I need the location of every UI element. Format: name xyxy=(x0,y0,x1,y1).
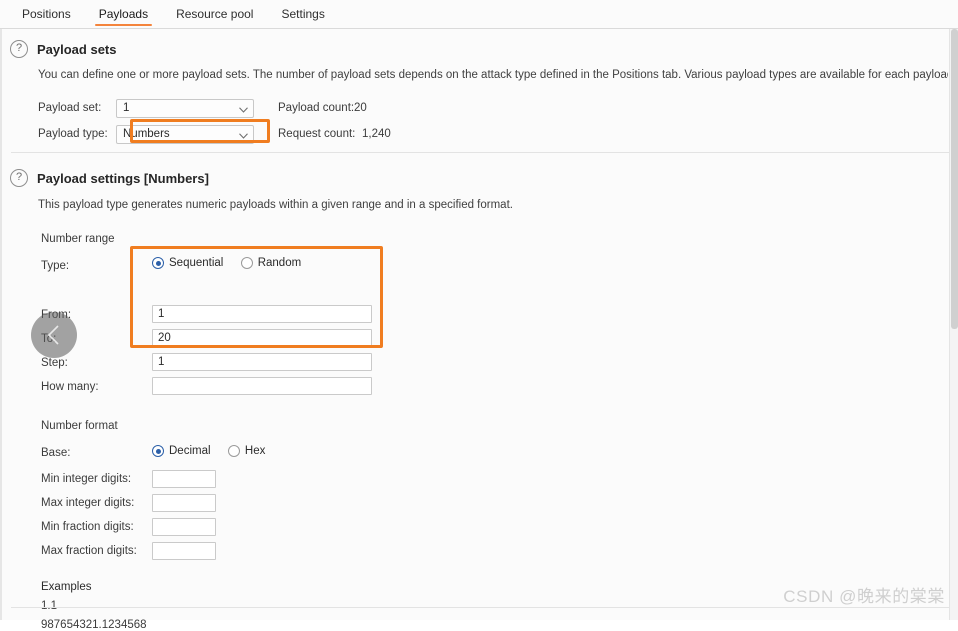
how-many-label: How many: xyxy=(41,381,99,393)
question-mark-icon[interactable]: ? xyxy=(10,40,28,58)
back-button-overlay[interactable] xyxy=(31,312,77,358)
type-radio-group: Sequential Random xyxy=(152,257,315,272)
radio-random[interactable]: Random xyxy=(240,257,302,269)
request-count-label: Request count: xyxy=(278,128,356,140)
min-fraction-digits-input[interactable] xyxy=(152,518,216,536)
step-input[interactable] xyxy=(152,353,372,371)
watermark: CSDN @晚来的棠棠 xyxy=(783,587,945,606)
radio-sequential-label: Sequential xyxy=(169,257,224,269)
payload-type-value: Numbers xyxy=(123,128,170,140)
number-range-group-label: Number range xyxy=(41,233,115,245)
section-divider xyxy=(11,152,951,153)
radio-decimal-indicator xyxy=(152,445,164,457)
radio-random-label: Random xyxy=(257,257,302,269)
examples-heading: Examples xyxy=(41,581,92,593)
max-fraction-digits-input[interactable] xyxy=(152,542,216,560)
radio-sequential[interactable]: Sequential xyxy=(152,257,223,269)
question-mark-icon[interactable]: ? xyxy=(10,169,28,187)
to-input[interactable] xyxy=(152,329,372,347)
payload-set-value: 1 xyxy=(123,102,130,114)
intruder-payloads-panel: Positions Payloads Resource pool Setting… xyxy=(0,0,958,631)
tab-settings[interactable]: Settings xyxy=(267,8,338,28)
payload-type-dropdown[interactable]: Numbers xyxy=(116,125,254,144)
type-label: Type: xyxy=(41,260,70,272)
payload-set-dropdown-wrap: 1 xyxy=(116,99,254,118)
tab-payloads-label: Payloads xyxy=(98,7,149,21)
scrollbar-thumb[interactable] xyxy=(951,29,958,329)
payload-settings-description: This payload type generates numeric payl… xyxy=(38,199,513,211)
radio-decimal[interactable]: Decimal xyxy=(152,445,211,457)
payload-sets-description: You can define one or more payload sets.… xyxy=(38,69,948,81)
radio-sequential-indicator xyxy=(152,257,164,269)
how-many-input[interactable] xyxy=(152,377,372,395)
vertical-scrollbar[interactable] xyxy=(949,29,958,620)
tab-positions-label: Positions xyxy=(22,7,71,21)
payload-settings-header: ? Payload settings [Numbers] xyxy=(2,169,948,187)
chevron-left-icon xyxy=(46,324,62,346)
radio-random-indicator xyxy=(240,257,253,269)
payload-set-dropdown[interactable]: 1 xyxy=(116,99,254,118)
min-integer-digits-input[interactable] xyxy=(152,470,216,488)
min-fraction-digits-label: Min fraction digits: xyxy=(41,521,134,533)
tab-bar: Positions Payloads Resource pool Setting… xyxy=(0,0,958,29)
payload-settings-title: Payload settings [Numbers] xyxy=(37,170,209,186)
payload-sets-title: Payload sets xyxy=(37,41,117,57)
number-format-group-label: Number format xyxy=(41,420,118,432)
max-fraction-digits-label: Max fraction digits: xyxy=(41,545,137,557)
payload-settings-section: ? Payload settings [Numbers] This payloa… xyxy=(2,169,948,631)
radio-hex[interactable]: Hex xyxy=(227,445,266,457)
example-line-2: 987654321.1234568 xyxy=(41,619,147,631)
tab-resource-pool[interactable]: Resource pool xyxy=(162,8,267,28)
tab-payloads[interactable]: Payloads xyxy=(85,8,162,28)
tab-settings-label: Settings xyxy=(281,7,325,21)
radio-hex-label: Hex xyxy=(244,445,266,457)
payload-type-label: Payload type: xyxy=(38,128,108,140)
min-integer-digits-label: Min integer digits: xyxy=(41,473,132,485)
example-line-1: 1.1 xyxy=(41,600,57,612)
request-count-value: 1,240 xyxy=(362,128,391,140)
payload-sets-header: ? Payload sets xyxy=(2,40,948,58)
max-integer-digits-input[interactable] xyxy=(152,494,216,512)
payloads-content: ? Payload sets You can define one or mor… xyxy=(0,29,958,631)
radio-decimal-label: Decimal xyxy=(169,445,211,457)
tab-positions[interactable]: Positions xyxy=(8,8,85,28)
max-integer-digits-label: Max integer digits: xyxy=(41,497,135,509)
step-label: Step: xyxy=(41,357,68,369)
base-radio-group: Decimal Hex xyxy=(152,445,279,460)
radio-hex-indicator xyxy=(227,445,240,457)
base-label: Base: xyxy=(41,447,71,459)
payload-count-label: Payload count: xyxy=(278,102,355,114)
tab-resource-pool-label: Resource pool xyxy=(176,7,254,21)
payload-sets-section: ? Payload sets You can define one or mor… xyxy=(2,40,948,144)
payload-count-value: 20 xyxy=(354,102,367,114)
payload-type-dropdown-wrap: Numbers xyxy=(116,125,254,144)
from-input[interactable] xyxy=(152,305,372,323)
bottom-divider xyxy=(11,607,951,608)
payload-set-label: Payload set: xyxy=(38,102,102,114)
